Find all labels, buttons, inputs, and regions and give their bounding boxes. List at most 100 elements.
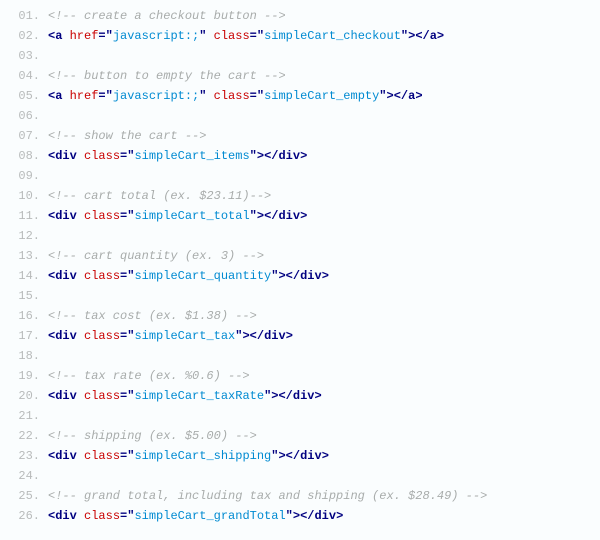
line-number: 01. bbox=[14, 10, 40, 22]
line-number: 21. bbox=[14, 410, 40, 422]
token-attr-value: simpleCart_total bbox=[134, 209, 249, 223]
token-attr-name: class bbox=[84, 209, 120, 223]
code-line: 17.<div class="simpleCart_tax"></div> bbox=[14, 330, 586, 350]
line-number: 17. bbox=[14, 330, 40, 342]
line-content: <div class="simpleCart_quantity"></div> bbox=[48, 270, 329, 282]
line-content: <a href="javascript:;" class="simpleCart… bbox=[48, 30, 444, 42]
line-number: 06. bbox=[14, 110, 40, 122]
comment-text: <!-- shipping (ex. $5.00) --> bbox=[48, 429, 257, 443]
token-punct: > bbox=[387, 89, 394, 103]
token-attr-name: class bbox=[84, 449, 120, 463]
code-line: 23.<div class="simpleCart_shipping"></di… bbox=[14, 450, 586, 470]
line-content: <div class="simpleCart_grandTotal"></div… bbox=[48, 510, 343, 522]
token-attr-value: simpleCart_empty bbox=[264, 89, 379, 103]
token-punct: </ bbox=[286, 269, 300, 283]
line-number: 03. bbox=[14, 50, 40, 62]
code-line: 26. <div class="simpleCart_grandTotal"></… bbox=[14, 510, 586, 530]
comment-text: <!-- show the cart --> bbox=[48, 129, 206, 143]
token-tag: div bbox=[264, 329, 286, 343]
token-punct: > bbox=[278, 269, 285, 283]
token-punct: </ bbox=[286, 449, 300, 463]
code-line: 10. <!-- cart total (ex. $23.11)--> bbox=[14, 190, 586, 210]
token-punct: > bbox=[300, 149, 307, 163]
token-eq: = bbox=[250, 89, 257, 103]
code-line: 11. <div class="simpleCart_total"></div> bbox=[14, 210, 586, 230]
line-number: 18. bbox=[14, 350, 40, 362]
line-number: 19. bbox=[14, 370, 40, 382]
token-punct: > bbox=[322, 449, 329, 463]
line-content: <a href="javascript:;" class="simpleCart… bbox=[48, 90, 423, 102]
line-content: <!-- cart quantity (ex. 3) --> bbox=[48, 250, 264, 262]
code-line: 03. bbox=[14, 50, 586, 70]
code-line: 05.<a href="javascript:;" class="simpleC… bbox=[14, 90, 586, 110]
code-line: 15. bbox=[14, 290, 586, 310]
token-punct: > bbox=[242, 329, 249, 343]
token-punct: > bbox=[286, 329, 293, 343]
token-attr-name: href bbox=[70, 29, 99, 43]
token-punct: </ bbox=[394, 89, 408, 103]
token-tag: div bbox=[293, 389, 315, 403]
line-number: 26. bbox=[14, 510, 40, 522]
line-content: <div class="simpleCart_total"></div> bbox=[48, 210, 307, 222]
line-content: <!-- create a checkout button --> bbox=[48, 10, 286, 22]
line-content: <!-- shipping (ex. $5.00) --> bbox=[48, 430, 257, 442]
token-punct: " bbox=[250, 209, 257, 223]
token-attr-value: simpleCart_shipping bbox=[134, 449, 271, 463]
code-line: 01. <!-- create a checkout button --> bbox=[14, 10, 586, 30]
token-punct: </ bbox=[264, 149, 278, 163]
token-attr-value: simpleCart_tax bbox=[134, 329, 235, 343]
code-line: 13.<!-- cart quantity (ex. 3) --> bbox=[14, 250, 586, 270]
token-punct: </ bbox=[250, 329, 264, 343]
token-punct: " bbox=[106, 29, 113, 43]
token-attr-value: javascript:; bbox=[113, 29, 199, 43]
token-tag: a bbox=[430, 29, 437, 43]
line-content: <div class="simpleCart_taxRate"></div> bbox=[48, 390, 322, 402]
code-line: 09. bbox=[14, 170, 586, 190]
code-line: 25.<!-- grand total, including tax and s… bbox=[14, 490, 586, 510]
code-line: 06. bbox=[14, 110, 586, 130]
token-attr-value: simpleCart_grandTotal bbox=[134, 509, 285, 523]
token-tag: div bbox=[300, 269, 322, 283]
token-attr-name: class bbox=[84, 149, 120, 163]
code-line: 04.<!-- button to empty the cart --> bbox=[14, 70, 586, 90]
code-line: 20.<div class="simpleCart_taxRate"></div… bbox=[14, 390, 586, 410]
token-punct: > bbox=[314, 389, 321, 403]
line-content: <div class="simpleCart_items"></div> bbox=[48, 150, 307, 162]
token-punct: " bbox=[106, 89, 113, 103]
line-number: 04. bbox=[14, 70, 40, 82]
token-punct: " bbox=[257, 29, 264, 43]
token-attr-value: javascript:; bbox=[113, 89, 199, 103]
token-punct: > bbox=[257, 209, 264, 223]
token-tag: div bbox=[55, 389, 77, 403]
token-punct: > bbox=[322, 269, 329, 283]
token-attr-value: simpleCart_checkout bbox=[264, 29, 401, 43]
line-number: 10. bbox=[14, 190, 40, 202]
token-punct: </ bbox=[300, 509, 314, 523]
token-punct: > bbox=[300, 209, 307, 223]
code-line: 18. bbox=[14, 350, 586, 370]
line-content: <!-- grand total, including tax and ship… bbox=[48, 490, 487, 502]
token-punct: " bbox=[286, 509, 293, 523]
token-tag: div bbox=[314, 509, 336, 523]
line-content: <div class="simpleCart_shipping"></div> bbox=[48, 450, 329, 462]
token-punct: > bbox=[437, 29, 444, 43]
code-line: 22.<!-- shipping (ex. $5.00) --> bbox=[14, 430, 586, 450]
token-punct: </ bbox=[264, 209, 278, 223]
line-number: 15. bbox=[14, 290, 40, 302]
token-tag: div bbox=[55, 509, 77, 523]
token-attr-name: class bbox=[84, 269, 120, 283]
token-punct: </ bbox=[415, 29, 429, 43]
comment-text: <!-- grand total, including tax and ship… bbox=[48, 489, 487, 503]
token-eq: = bbox=[98, 29, 105, 43]
token-tag: div bbox=[55, 149, 77, 163]
token-attr-value: simpleCart_quantity bbox=[134, 269, 271, 283]
token-attr-value: simpleCart_taxRate bbox=[134, 389, 264, 403]
code-line: 12. bbox=[14, 230, 586, 250]
code-line: 08.<div class="simpleCart_items"></div> bbox=[14, 150, 586, 170]
comment-text: <!-- cart total (ex. $23.11)--> bbox=[48, 189, 271, 203]
line-number: 11. bbox=[14, 210, 40, 222]
token-punct: </ bbox=[278, 389, 292, 403]
token-tag: div bbox=[278, 149, 300, 163]
token-punct: > bbox=[257, 149, 264, 163]
token-tag: div bbox=[278, 209, 300, 223]
